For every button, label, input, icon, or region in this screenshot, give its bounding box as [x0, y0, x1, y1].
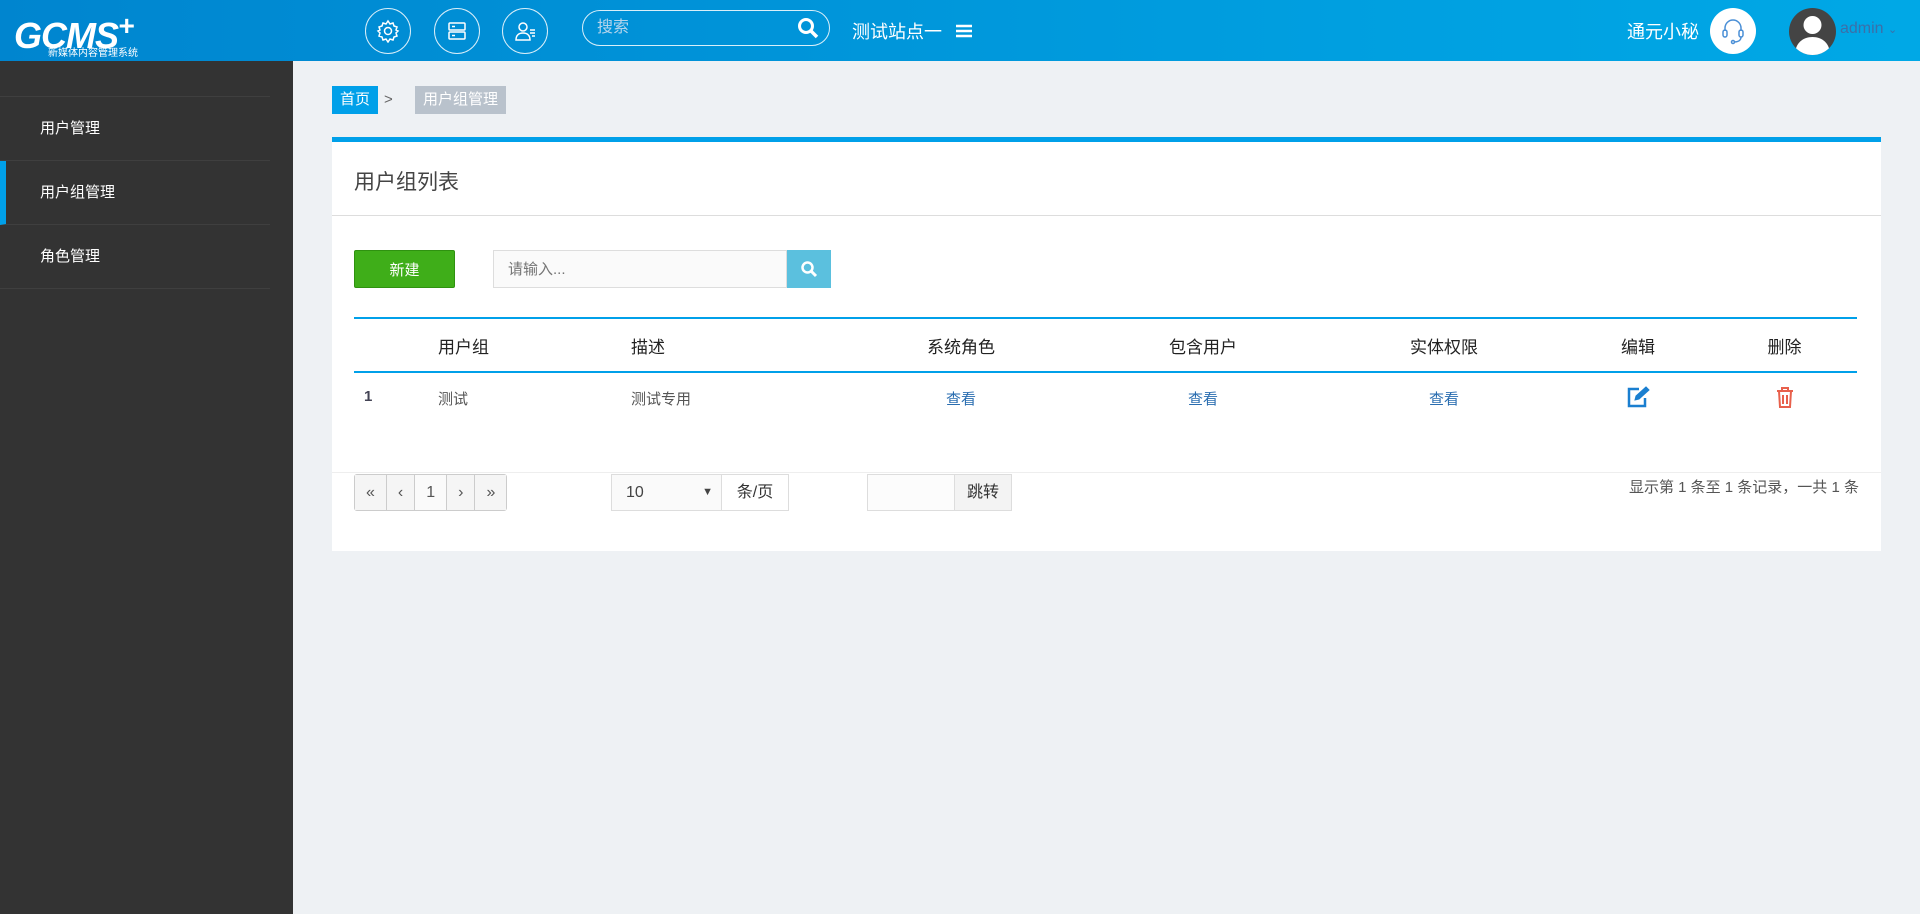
col-system-roles: 系统角色 [927, 337, 995, 357]
global-search [582, 10, 830, 46]
sidebar-item-user-group-management[interactable]: 用户组管理 [0, 161, 270, 225]
site-switcher[interactable]: 测试站点一 [852, 18, 972, 44]
first-page-button[interactable]: « [355, 475, 387, 510]
col-desc: 描述 [631, 337, 665, 357]
prev-page-button[interactable]: ‹ [386, 475, 416, 510]
search-input[interactable] [493, 250, 787, 288]
logo[interactable]: GCMS+ 新媒体内容管理系统 [14, 6, 138, 59]
new-button[interactable]: 新建 [354, 250, 455, 288]
page-title: 用户组列表 [354, 171, 459, 194]
page-size-select[interactable]: 10 ▼ [612, 475, 721, 510]
search-button[interactable] [787, 250, 831, 288]
view-roles-link[interactable]: 查看 [946, 391, 976, 408]
search-icon[interactable] [797, 17, 819, 39]
divider [332, 472, 1881, 473]
col-permissions: 实体权限 [1410, 337, 1478, 357]
chevron-down-icon: ⌄ [1888, 24, 1898, 36]
breadcrumb-current: 用户组管理 [415, 86, 507, 114]
sidebar-item-role-management[interactable]: 角色管理 [0, 225, 270, 289]
global-search-input[interactable] [583, 11, 783, 44]
page-jump: 跳转 [867, 474, 1012, 511]
page-size: 10 ▼ 条/页 [611, 474, 789, 511]
assistant-button[interactable] [1710, 8, 1756, 54]
page-1-button[interactable]: 1 [415, 475, 448, 510]
top-header: GCMS+ 新媒体内容管理系统 测试站点一 通元小秘 admin ⌄ [0, 0, 1920, 61]
caret-down-icon: ▼ [702, 486, 713, 498]
user-group-panel: 用户组列表 新建 用户组 描述 系统角色 包含用户 实体权限 编辑 删除 1 测… [332, 137, 1881, 551]
record-info: 显示第 1 条至 1 条记录，一共 1 条 [1628, 479, 1859, 496]
table-row: 1 测试 测试专用 查看 查看 查看 [354, 372, 1857, 424]
server-icon [448, 22, 466, 40]
user-list-button[interactable] [502, 8, 548, 54]
server-button[interactable] [434, 8, 480, 54]
breadcrumb-home[interactable]: 首页 [332, 86, 379, 114]
site-name: 测试站点一 [852, 22, 942, 42]
page-size-value: 10 [626, 484, 644, 501]
headset-icon [1722, 19, 1744, 45]
edit-icon[interactable] [1625, 385, 1651, 409]
next-page-button[interactable]: › [447, 475, 476, 510]
sidebar: 用户管理 用户组管理 角色管理 [0, 61, 293, 914]
view-permissions-link[interactable]: 查看 [1429, 391, 1459, 408]
row-number: 1 [364, 388, 373, 405]
user-group-table: 用户组 描述 系统角色 包含用户 实体权限 编辑 删除 1 测试 测试专用 查看… [354, 317, 1857, 424]
table-header-row: 用户组 描述 系统角色 包含用户 实体权限 编辑 删除 [354, 318, 1857, 372]
view-users-link[interactable]: 查看 [1188, 391, 1218, 408]
col-delete: 删除 [1767, 337, 1802, 357]
assistant-label[interactable]: 通元小秘 [1627, 18, 1699, 44]
col-num [354, 318, 434, 372]
breadcrumb-separator: > [384, 91, 393, 108]
group-name: 测试 [438, 391, 469, 408]
trash-icon[interactable] [1775, 385, 1795, 409]
logo-subtitle: 新媒体内容管理系统 [48, 48, 138, 59]
search-icon [801, 261, 818, 278]
col-group: 用户组 [438, 337, 489, 357]
pagination: « ‹ 1 › » [354, 474, 508, 511]
settings-button[interactable] [365, 8, 411, 54]
user-menu[interactable]: admin ⌄ [1840, 20, 1897, 38]
gear-icon [376, 19, 400, 43]
group-description: 测试专用 [631, 391, 692, 408]
col-users: 包含用户 [1169, 337, 1237, 357]
avatar[interactable] [1789, 8, 1836, 55]
col-edit: 编辑 [1621, 337, 1655, 357]
sidebar-item-user-management[interactable]: 用户管理 [0, 97, 270, 161]
jump-button[interactable]: 跳转 [954, 475, 1011, 510]
page-size-unit: 条/页 [721, 475, 788, 510]
username: admin [1840, 20, 1884, 37]
jump-page-input[interactable] [868, 475, 954, 510]
user-list-icon [515, 22, 535, 41]
menu-icon [956, 24, 972, 38]
divider [332, 215, 1881, 216]
last-page-button[interactable]: » [475, 475, 507, 510]
user-icon [1795, 16, 1830, 55]
